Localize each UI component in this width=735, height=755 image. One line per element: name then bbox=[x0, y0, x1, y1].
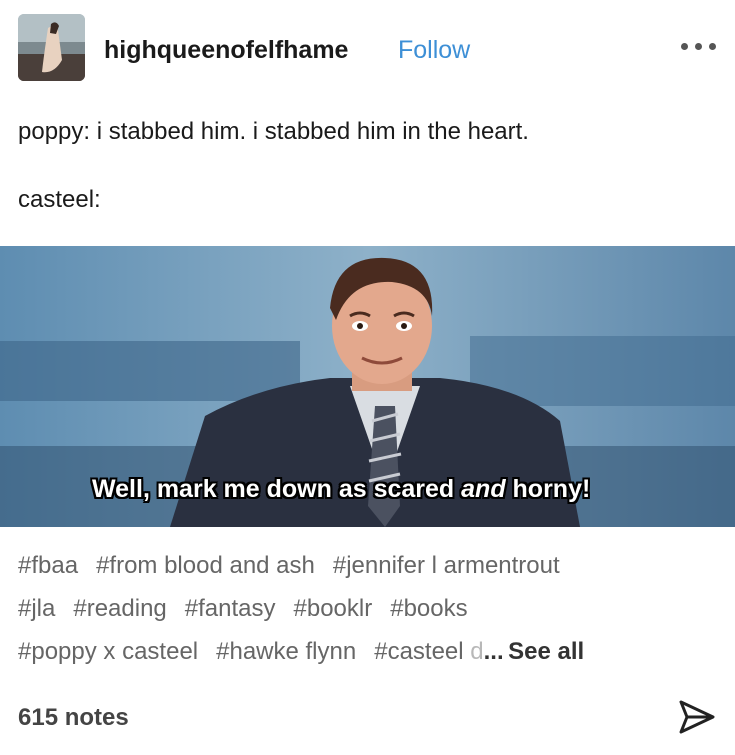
notes-count[interactable]: 615 notes bbox=[18, 704, 129, 732]
tag-link[interactable]: #fbaa bbox=[18, 552, 78, 580]
tag-link[interactable]: #hawke flynn bbox=[216, 638, 356, 666]
tag-row: #fbaa #from blood and ash #jennifer l arme… bbox=[18, 552, 717, 595]
post-header: highqueenofelfhame Follow bbox=[18, 14, 717, 81]
tags-section: #fbaa #from blood and ash #jennifer l arme… bbox=[18, 552, 717, 681]
post-text-line: casteel: bbox=[18, 186, 101, 213]
tag-link[interactable]: #books bbox=[390, 595, 467, 623]
user-avatar[interactable] bbox=[18, 14, 85, 81]
tag-row: #poppy x casteel #hawke flynn #casteel d..… bbox=[18, 638, 717, 681]
see-all-tags-button[interactable]: See all bbox=[508, 638, 584, 666]
tag-link[interactable]: #from blood and ash bbox=[96, 552, 315, 580]
tag-link[interactable]: #jennifer l armentrout bbox=[333, 552, 560, 580]
post-text-line: poppy: i stabbed him. i stabbed him in t… bbox=[18, 118, 529, 145]
tag-link-truncated[interactable]: #casteel d bbox=[374, 638, 483, 666]
tag-link[interactable]: #fantasy bbox=[185, 595, 276, 623]
gif-caption: Well, mark me down as scared and horny! bbox=[92, 475, 591, 503]
username[interactable]: highqueenofelfhame bbox=[104, 36, 348, 65]
more-dots-icon[interactable] bbox=[681, 42, 717, 52]
follow-button[interactable]: Follow bbox=[398, 36, 470, 65]
tag-link[interactable]: #jla bbox=[18, 595, 55, 623]
share-send-icon[interactable] bbox=[677, 697, 717, 737]
ellipsis: ... bbox=[483, 638, 504, 665]
tag-link[interactable]: #reading bbox=[73, 595, 166, 623]
tag-row: #jla #reading #fantasy #booklr #books bbox=[18, 595, 717, 638]
tag-link[interactable]: #booklr bbox=[294, 595, 373, 623]
tag-link[interactable]: #poppy x casteel bbox=[18, 638, 198, 666]
